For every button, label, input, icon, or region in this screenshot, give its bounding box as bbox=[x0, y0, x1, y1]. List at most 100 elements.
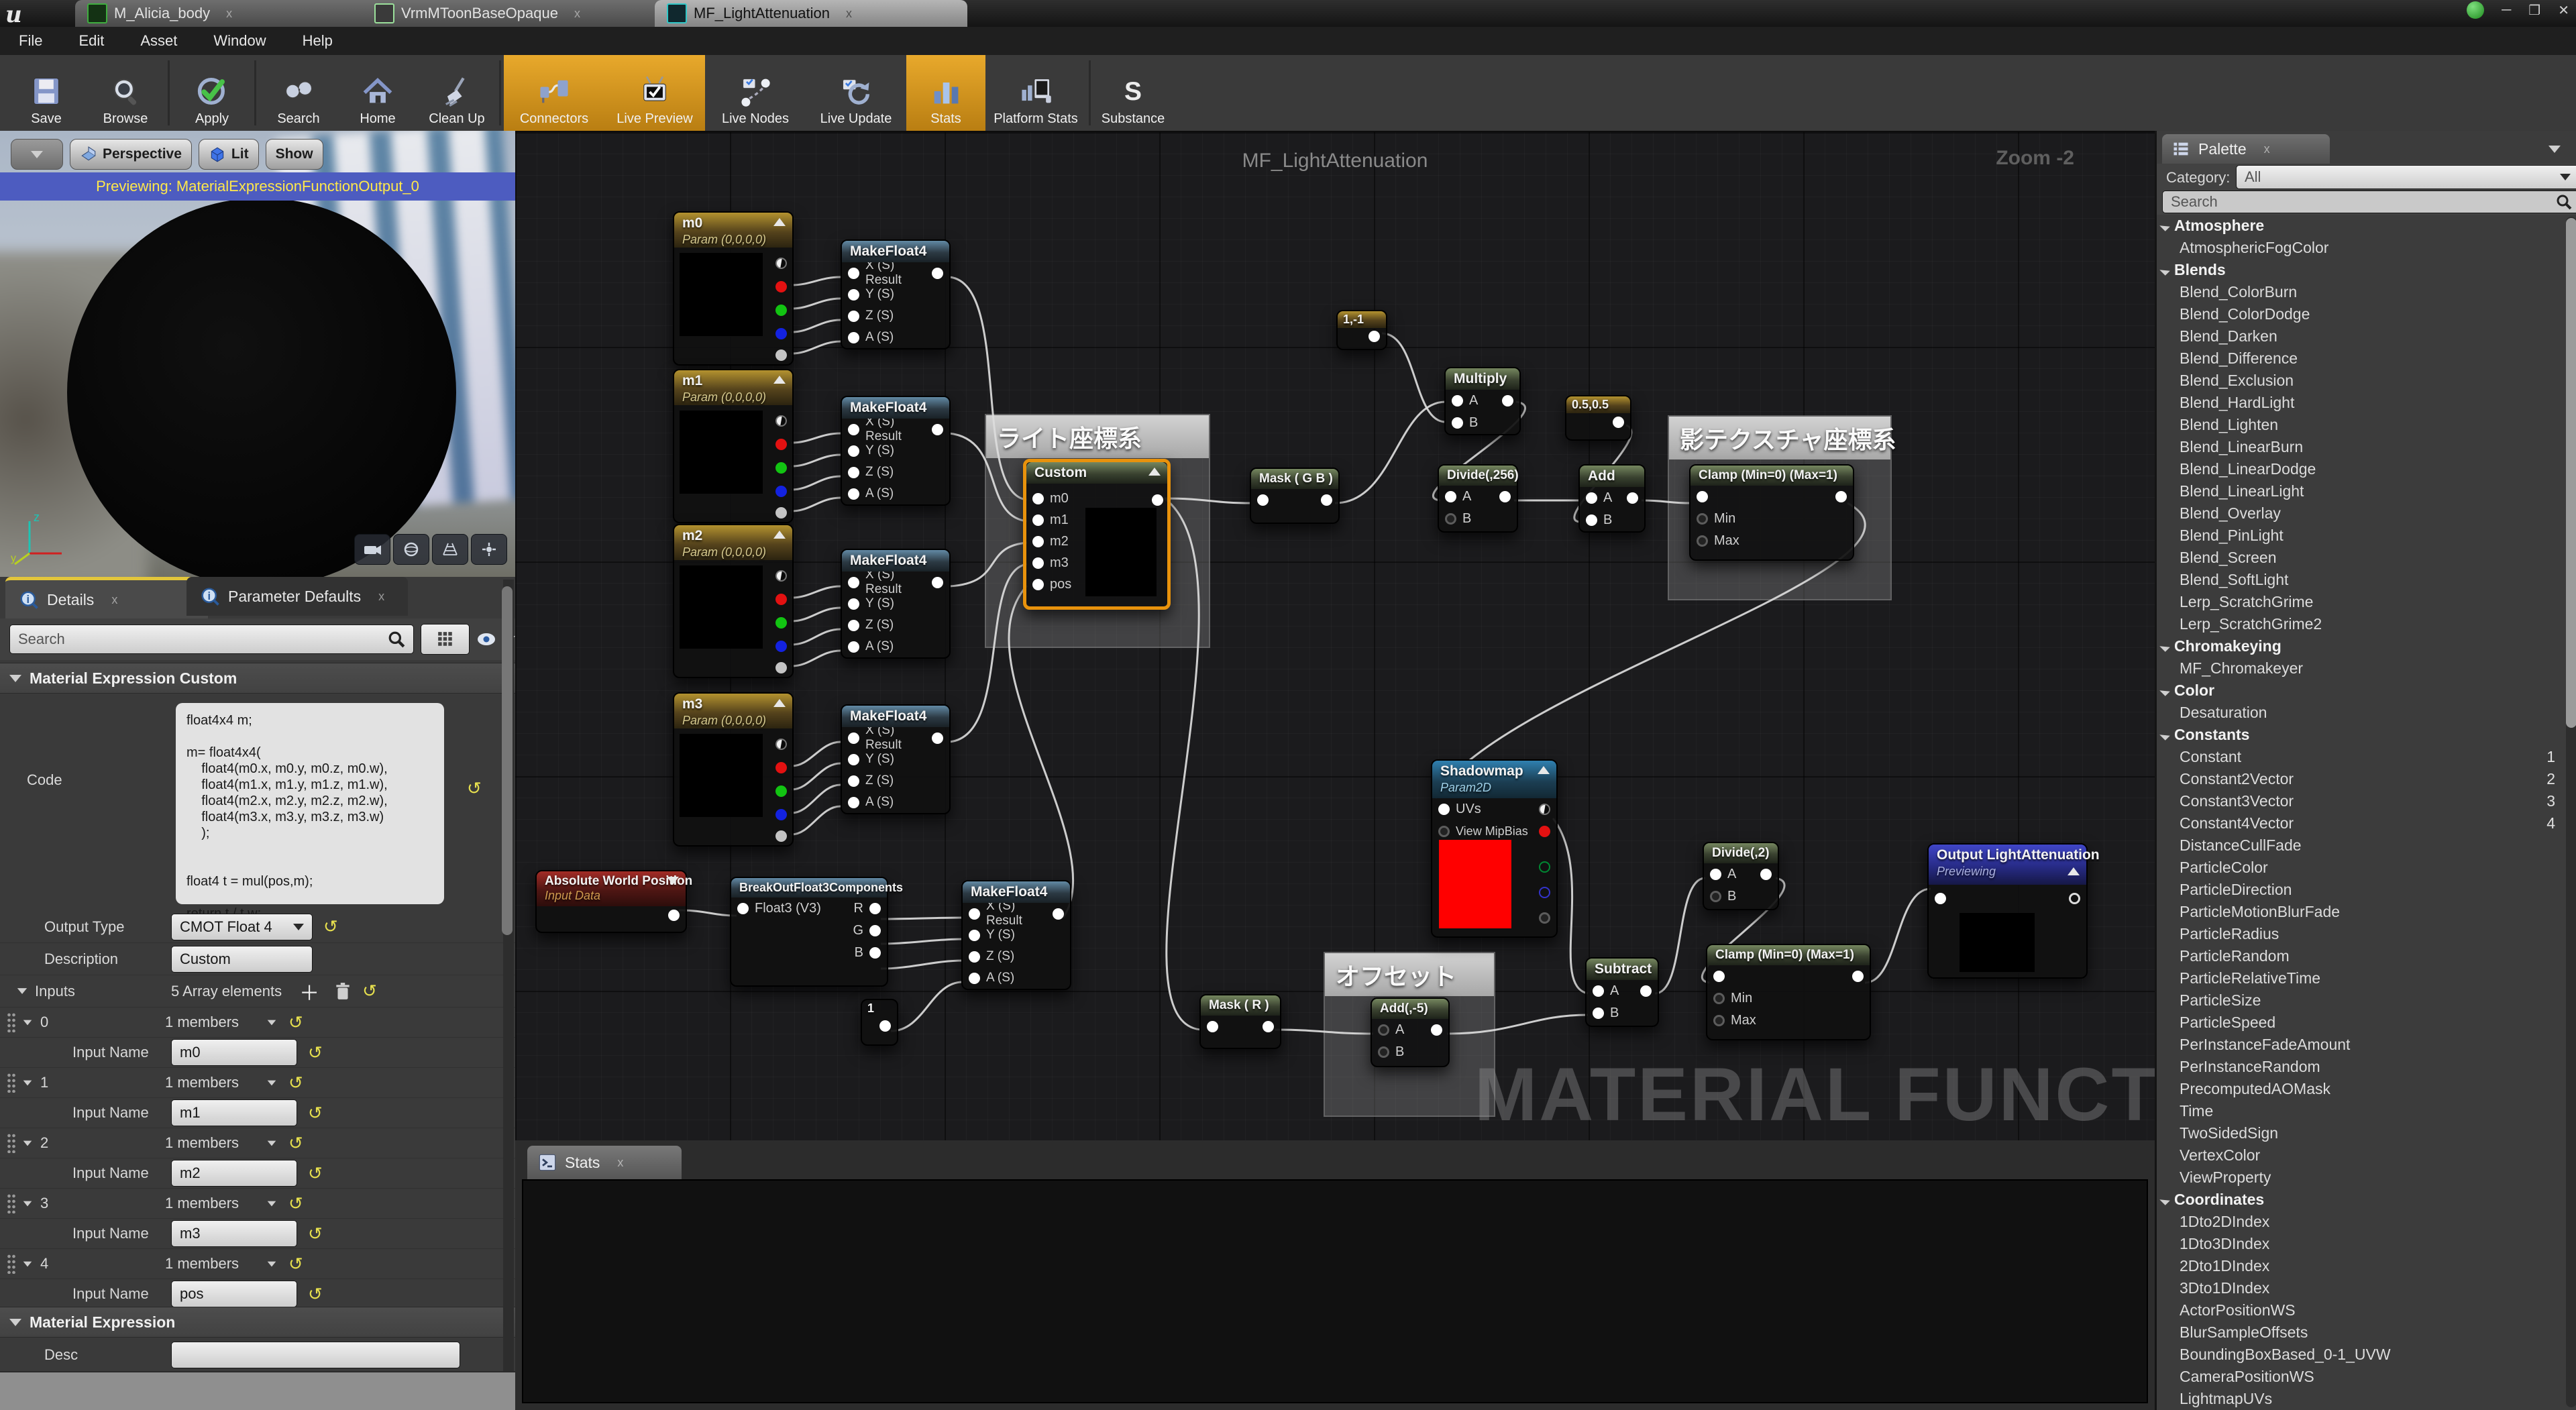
palette-item-camerapositionws[interactable]: CameraPositionWS bbox=[2157, 1366, 2565, 1388]
collapse-icon[interactable] bbox=[23, 1080, 32, 1085]
input-pin-m2[interactable] bbox=[1032, 536, 1044, 547]
collapse-icon[interactable] bbox=[1538, 766, 1550, 774]
code-editor[interactable]: float4x4 m; m= float4x4( float4(m0.x, m0… bbox=[176, 703, 444, 904]
palette-item-blend_softlight[interactable]: Blend_SoftLight bbox=[2157, 569, 2565, 591]
node-divide-256[interactable]: Divide(,256) A B bbox=[1438, 464, 1518, 533]
output-pin-a[interactable] bbox=[775, 349, 787, 361]
palette-item-precomputedaomask[interactable]: PrecomputedAOMask bbox=[2157, 1078, 2565, 1100]
output-pin[interactable] bbox=[1613, 417, 1624, 428]
palette-item-boundingboxbased_0-1_uvw[interactable]: BoundingBoxBased_0-1_UVW bbox=[2157, 1344, 2565, 1366]
chevron-down-icon[interactable] bbox=[268, 1201, 276, 1206]
output-pin[interactable] bbox=[668, 910, 680, 921]
collapse-icon[interactable] bbox=[23, 1020, 32, 1025]
node-makefloat4-2[interactable]: MakeFloat4X (S) ResultY (S)Z (S)A (S) bbox=[841, 396, 951, 506]
panel-menu-icon[interactable] bbox=[2548, 146, 2561, 153]
palette-item-lightmapuvs[interactable]: LightmapUVs bbox=[2157, 1388, 2565, 1410]
input-pin[interactable] bbox=[969, 951, 980, 963]
browse-button[interactable]: Browse bbox=[86, 55, 165, 131]
node-param-m0[interactable]: m0Param (0,0,0,0) bbox=[673, 211, 794, 366]
substance-button[interactable]: SSubstance bbox=[1093, 55, 1173, 131]
output-pin[interactable] bbox=[1499, 491, 1511, 502]
output-pin[interactable] bbox=[932, 268, 943, 279]
material-graph[interactable]: MF_LightAttenuation Zoom -2 ライト座標系 影テクスチ… bbox=[515, 131, 2155, 1142]
drag-handle[interactable] bbox=[7, 1073, 16, 1093]
chevron-down-icon[interactable] bbox=[268, 1020, 276, 1025]
delete-icon[interactable] bbox=[334, 982, 352, 1001]
input-pin[interactable] bbox=[848, 641, 859, 653]
input-pin-a[interactable] bbox=[1378, 1024, 1389, 1036]
palette-item-blend_difference[interactable]: Blend_Difference bbox=[2157, 347, 2565, 370]
input-pin[interactable] bbox=[848, 289, 859, 301]
output-pin[interactable] bbox=[2069, 893, 2080, 904]
output-pin[interactable] bbox=[1852, 971, 1864, 982]
palette-item-particlerandom[interactable]: ParticleRandom bbox=[2157, 945, 2565, 967]
drag-handle[interactable] bbox=[7, 1193, 16, 1213]
palette-category-constants[interactable]: Constants bbox=[2157, 724, 2565, 746]
output-pin[interactable] bbox=[932, 577, 943, 588]
tab-vrmmtoonbaseopaque[interactable]: VrmMToonBaseOpaque x bbox=[362, 0, 674, 27]
menu-help[interactable]: Help bbox=[303, 32, 333, 50]
palette-category-color[interactable]: Color bbox=[2157, 680, 2565, 702]
viewport-camera-button[interactable] bbox=[354, 534, 390, 565]
reset-icon[interactable]: ↺ bbox=[288, 1133, 303, 1154]
tab-parameter-defaults[interactable]: i Parameter Defaults x bbox=[186, 577, 408, 616]
node-makefloat4-3[interactable]: MakeFloat4X (S) ResultY (S)Z (S)A (S) bbox=[841, 549, 951, 659]
palette-item-blend_screen[interactable]: Blend_Screen bbox=[2157, 547, 2565, 569]
output-pin[interactable] bbox=[1760, 869, 1772, 880]
output-pin[interactable] bbox=[1502, 395, 1513, 406]
palette-item-blend_colordodge[interactable]: Blend_ColorDodge bbox=[2157, 303, 2565, 325]
collapse-icon[interactable] bbox=[773, 531, 786, 539]
reset-icon[interactable]: ↺ bbox=[288, 1254, 303, 1275]
output-pin-r[interactable] bbox=[869, 903, 881, 914]
close-icon[interactable]: x bbox=[378, 590, 384, 604]
search-button[interactable]: Search bbox=[259, 55, 338, 131]
palette-category-blends[interactable]: Blends bbox=[2157, 259, 2565, 281]
reset-icon[interactable]: ↺ bbox=[467, 778, 482, 799]
output-pin-r[interactable] bbox=[775, 594, 787, 605]
palette-item-blend_lineardodge[interactable]: Blend_LinearDodge bbox=[2157, 458, 2565, 480]
node-breakoutfloat3components[interactable]: BreakOutFloat3Components Float3 (V3)R G … bbox=[730, 877, 888, 987]
palette-item-blursampleoffsets[interactable]: BlurSampleOffsets bbox=[2157, 1321, 2565, 1344]
palette-item-distancecullfade[interactable]: DistanceCullFade bbox=[2157, 834, 2565, 857]
menu-asset[interactable]: Asset bbox=[140, 32, 177, 50]
input-pin-a[interactable] bbox=[1710, 869, 1721, 880]
palette-item-blend_exclusion[interactable]: Blend_Exclusion bbox=[2157, 370, 2565, 392]
palette-item-blend_overlay[interactable]: Blend_Overlay bbox=[2157, 502, 2565, 525]
output-pin-rgba[interactable] bbox=[775, 258, 787, 269]
input-pin-min[interactable] bbox=[1713, 993, 1725, 1004]
tab-palette[interactable]: Palette x bbox=[2162, 134, 2330, 164]
restore-button[interactable]: ❐ bbox=[2528, 2, 2540, 19]
close-icon[interactable]: x bbox=[2264, 142, 2270, 156]
tab-m-alicia-body[interactable]: M_Alicia_body x bbox=[75, 0, 381, 27]
palette-category-atmosphere[interactable]: Atmosphere bbox=[2157, 215, 2565, 237]
close-icon[interactable]: x bbox=[226, 7, 232, 21]
node-absolute-world-position[interactable]: Absolute World Position Input Data bbox=[535, 870, 687, 933]
perspective-button[interactable]: Perspective bbox=[70, 139, 192, 170]
input-pin[interactable] bbox=[848, 467, 859, 478]
close-icon[interactable]: x bbox=[617, 1156, 623, 1170]
input-pin-a[interactable] bbox=[1593, 985, 1604, 997]
output-pin-a[interactable] bbox=[775, 662, 787, 673]
platform-stats-button[interactable]: Platform Stats bbox=[985, 55, 1086, 131]
input-name-field[interactable]: m2 bbox=[171, 1160, 297, 1187]
input-pin-pos[interactable] bbox=[1032, 579, 1044, 590]
palette-item-actorpositionws[interactable]: ActorPositionWS bbox=[2157, 1299, 2565, 1321]
input-pin[interactable] bbox=[848, 620, 859, 631]
input-pin[interactable] bbox=[848, 445, 859, 457]
output-pin-r[interactable] bbox=[1539, 826, 1550, 837]
input-pin-a[interactable] bbox=[1445, 491, 1456, 502]
palette-category-chromakeying[interactable]: Chromakeying bbox=[2157, 635, 2565, 657]
palette-item-time[interactable]: Time bbox=[2157, 1100, 2565, 1122]
palette-item-lerp_scratchgrime[interactable]: Lerp_ScratchGrime bbox=[2157, 591, 2565, 613]
output-pin[interactable] bbox=[1627, 492, 1638, 504]
output-pin-a[interactable] bbox=[1539, 912, 1550, 924]
input-pin[interactable] bbox=[848, 775, 859, 787]
node-param-m2[interactable]: m2Param (0,0,0,0) bbox=[673, 524, 794, 678]
palette-item-mf_chromakeyer[interactable]: MF_Chromakeyer bbox=[2157, 657, 2565, 680]
palette-category-coordinates[interactable]: Coordinates bbox=[2157, 1189, 2565, 1211]
palette-item-lerp_scratchgrime2[interactable]: Lerp_ScratchGrime2 bbox=[2157, 613, 2565, 635]
palette-item-3dto1dindex[interactable]: 3Dto1DIndex bbox=[2157, 1277, 2565, 1299]
tab-stats[interactable]: Stats x bbox=[527, 1146, 682, 1179]
collapse-icon[interactable] bbox=[17, 988, 27, 994]
node-makefloat4-4[interactable]: MakeFloat4X (S) ResultY (S)Z (S)A (S) bbox=[841, 704, 951, 814]
